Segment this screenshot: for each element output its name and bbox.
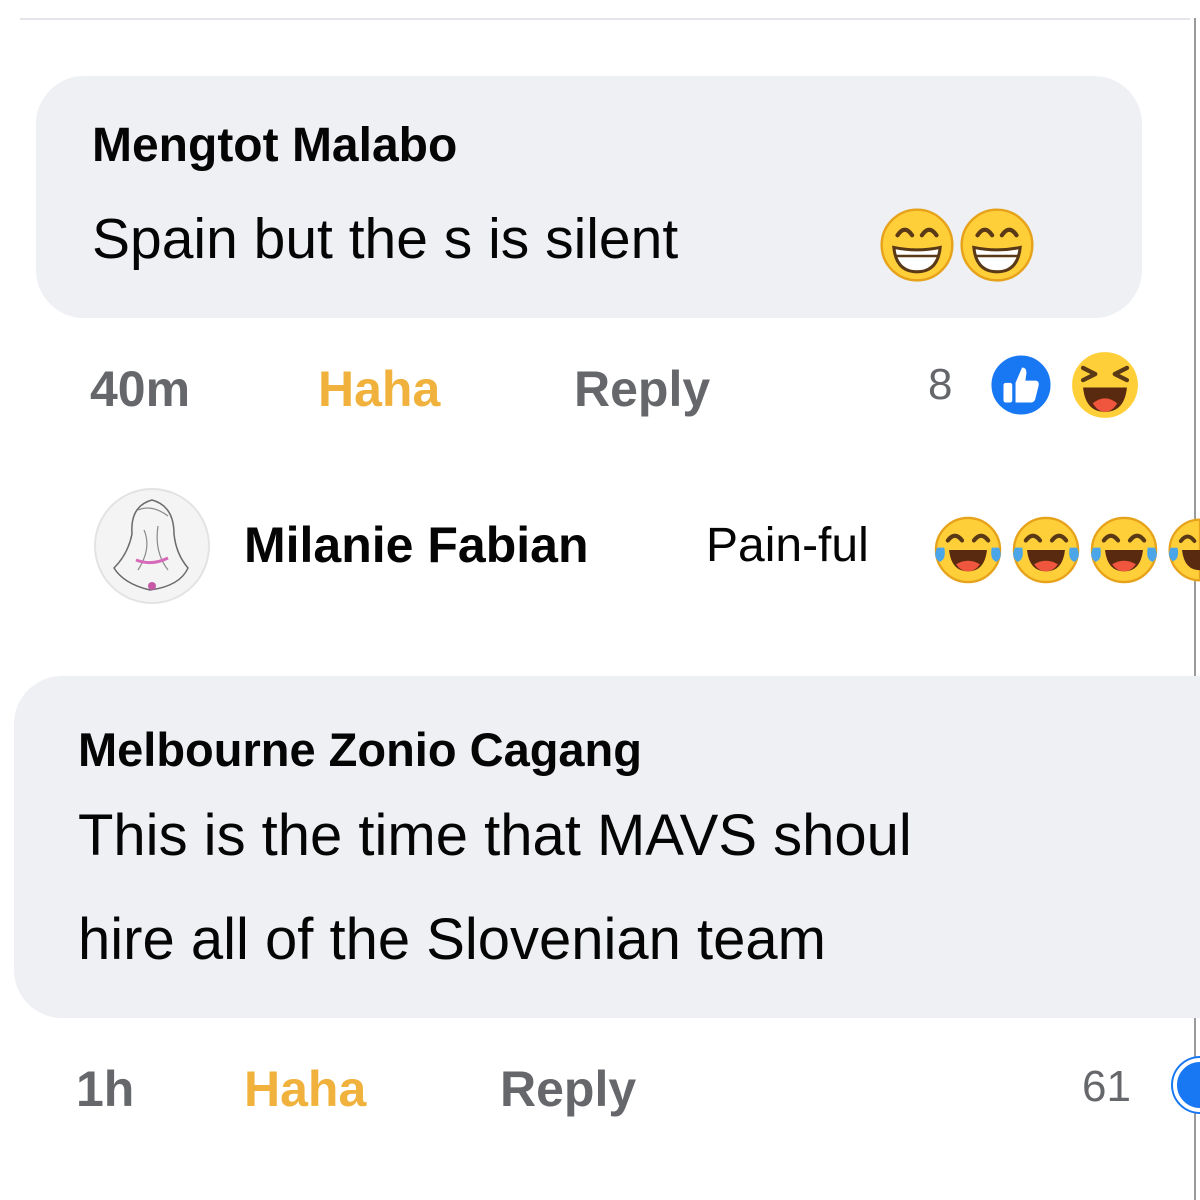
tears-of-joy-icon [1012,516,1080,584]
haha-icon[interactable] [1066,346,1144,424]
grinning-face-icon [960,208,1034,282]
haha-reaction-button[interactable]: Haha [318,360,440,418]
right-edge [1194,18,1196,1200]
like-icon[interactable] [1170,1050,1200,1120]
reaction-count[interactable]: 61 [1082,1062,1131,1112]
tears-of-joy-icon [934,516,1002,584]
top-divider [20,18,1190,20]
tears-of-joy-icon [1090,516,1158,584]
haha-reaction-button[interactable]: Haha [244,1060,366,1118]
comment-timestamp[interactable]: 1h [76,1060,134,1118]
reply-author[interactable]: Milanie Fabian [244,516,589,574]
comment-timestamp[interactable]: 40m [90,360,190,418]
profile-sketch-icon [113,499,189,591]
tears-of-joy-icon [1168,518,1200,582]
comment-author[interactable]: Melbourne Zonio Cagang [78,722,642,777]
grinning-face-icon [880,208,954,282]
comment-text: Spain but the s is silent [92,207,679,271]
reaction-count[interactable]: 8 [928,360,952,410]
reply-button[interactable]: Reply [574,360,710,418]
comment-text-line-2: hire all of the Slovenian team [78,907,826,972]
like-icon[interactable] [986,350,1056,420]
comment-text-line-1: This is the time that MAVS shoul [78,803,912,868]
comment-author[interactable]: Mengtot Malabo [92,118,457,173]
avatar[interactable] [94,488,210,604]
reply-button[interactable]: Reply [500,1060,636,1118]
reply-text: Pain-ful [706,519,869,572]
